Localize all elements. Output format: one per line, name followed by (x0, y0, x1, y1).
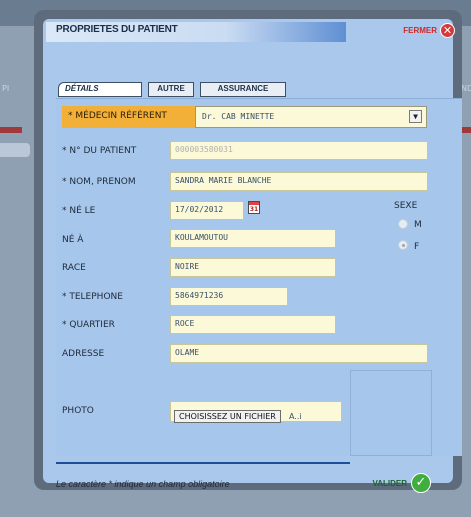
address-label: ADRESSE (62, 349, 105, 359)
dialog-title: PROPRIETES DU PATIENT (56, 24, 178, 35)
file-name-text: A..i (288, 412, 302, 421)
tab-autre[interactable]: AUTRE (148, 82, 194, 97)
background-accent-left (0, 127, 22, 133)
tab-bar: DÉTAILS AUTRE ASSURANCE (58, 82, 286, 97)
photo-preview (350, 370, 432, 456)
chevron-down-icon: ▼ (409, 110, 422, 123)
quartier-label: * QUARTIER (62, 320, 115, 330)
close-icon: ✕ (440, 23, 455, 38)
sex-radio-m[interactable] (398, 219, 408, 229)
tab-assurance[interactable]: ASSURANCE (200, 82, 286, 97)
check-icon: ✓ (411, 473, 431, 493)
sex-label-m: M (414, 220, 422, 230)
calendar-icon[interactable]: 31 (248, 201, 260, 214)
telephone-field[interactable]: 5864971236 (170, 287, 288, 306)
sex-label-f: F (414, 242, 420, 252)
sex-label: SEXE (394, 201, 418, 211)
background-left-text: PI (2, 84, 10, 93)
close-button[interactable]: FERMER ✕ (403, 23, 455, 38)
photo-file-input[interactable]: CHOISISSEZ UN FICHIER A..i (170, 401, 342, 423)
choose-file-button[interactable]: CHOISISSEZ UN FICHIER (174, 410, 281, 423)
birthdate-field[interactable]: 17/02/2012 (170, 201, 244, 220)
tab-details[interactable]: DÉTAILS (58, 82, 142, 97)
birthdate-label: * NÉ LE (62, 206, 96, 216)
close-label: FERMER (403, 26, 437, 35)
name-field[interactable]: SANDRA MARIE BLANCHE (170, 172, 428, 191)
name-label: * NOM, PRENOM (62, 177, 136, 187)
patient-number-field: 000003580031 (170, 141, 428, 160)
sex-radio-f[interactable] (398, 240, 408, 250)
race-field[interactable]: NOIRE (170, 258, 336, 277)
patient-number-label: * N° DU PATIENT (62, 146, 137, 156)
medecin-value: Dr. CAB MINETTE (202, 112, 275, 121)
address-field[interactable]: OLAME (170, 344, 428, 363)
medecin-select[interactable]: Dr. CAB MINETTE ▼ (195, 106, 427, 128)
submit-label: VALIDER (372, 478, 407, 488)
submit-button[interactable]: VALIDER ✓ (372, 473, 431, 493)
birthplace-label: NÉ À (62, 235, 84, 245)
birthplace-field[interactable]: KOULAMOUTOU (170, 229, 336, 248)
race-label: RACE (62, 263, 86, 273)
background-tab (0, 143, 30, 157)
quartier-field[interactable]: ROCE (170, 315, 336, 334)
footer-divider (56, 462, 350, 464)
photo-label: PHOTO (62, 406, 94, 416)
required-note: Le caractère * indique un champ obligato… (56, 479, 230, 489)
telephone-label: * TELEPHONE (62, 292, 123, 302)
